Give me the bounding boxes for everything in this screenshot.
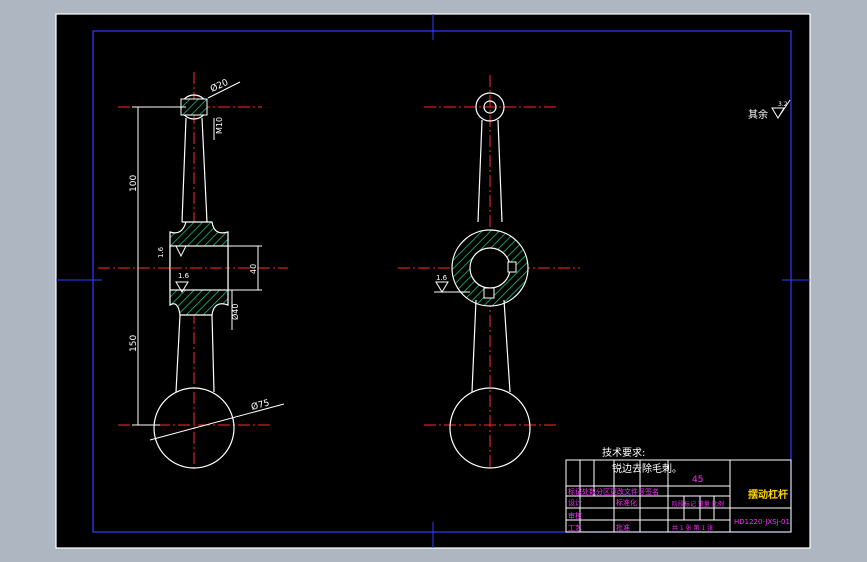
roughness-value-2: 1.6 xyxy=(178,272,190,280)
review-label: 审核 xyxy=(568,511,582,520)
tech-req-title: 技术要求: xyxy=(602,446,645,459)
pin-hole xyxy=(483,287,495,299)
dim-length-40: 40 xyxy=(249,264,258,274)
keyway xyxy=(507,261,517,273)
standardize-label: 标准化 xyxy=(616,498,637,507)
material-text: 45 xyxy=(692,475,703,485)
stage-weight-scale: 阶段标记 重量 比例 xyxy=(672,500,724,508)
tech-req-item: 锐边去除毛刺。 xyxy=(612,462,682,475)
roughness-value-1: 1.6 xyxy=(157,246,165,258)
process-label: 工艺 xyxy=(568,524,582,532)
part-name: 摆动杠杆 xyxy=(748,488,788,501)
roughness-other-label: 其余 xyxy=(748,108,768,121)
sheet-count: 共 1 张 第 1 张 xyxy=(672,524,713,532)
dim-m10: M10 xyxy=(215,117,224,134)
dim-dia-40: Ø40 xyxy=(230,304,240,320)
dim-length-100: 100 xyxy=(129,175,139,192)
drawing-number: HD1220-JXSJ-01 xyxy=(734,518,790,526)
revision-header: 标记处数分区更改文件号签名 xyxy=(568,487,659,496)
drawing-sheet xyxy=(55,13,811,549)
roughness-other-value: 3.2 xyxy=(778,101,788,108)
design-label: 设计 xyxy=(568,498,582,507)
cad-drawing-canvas: Ø20 M10 100 150 40 Ø40 Ø75 1.6 1.6 1.6 其… xyxy=(55,13,811,549)
hub-bore-side xyxy=(469,247,511,289)
roughness-value-3: 1.6 xyxy=(436,274,448,282)
approve-label: 批准 xyxy=(616,523,630,532)
dim-length-150: 150 xyxy=(129,335,139,352)
